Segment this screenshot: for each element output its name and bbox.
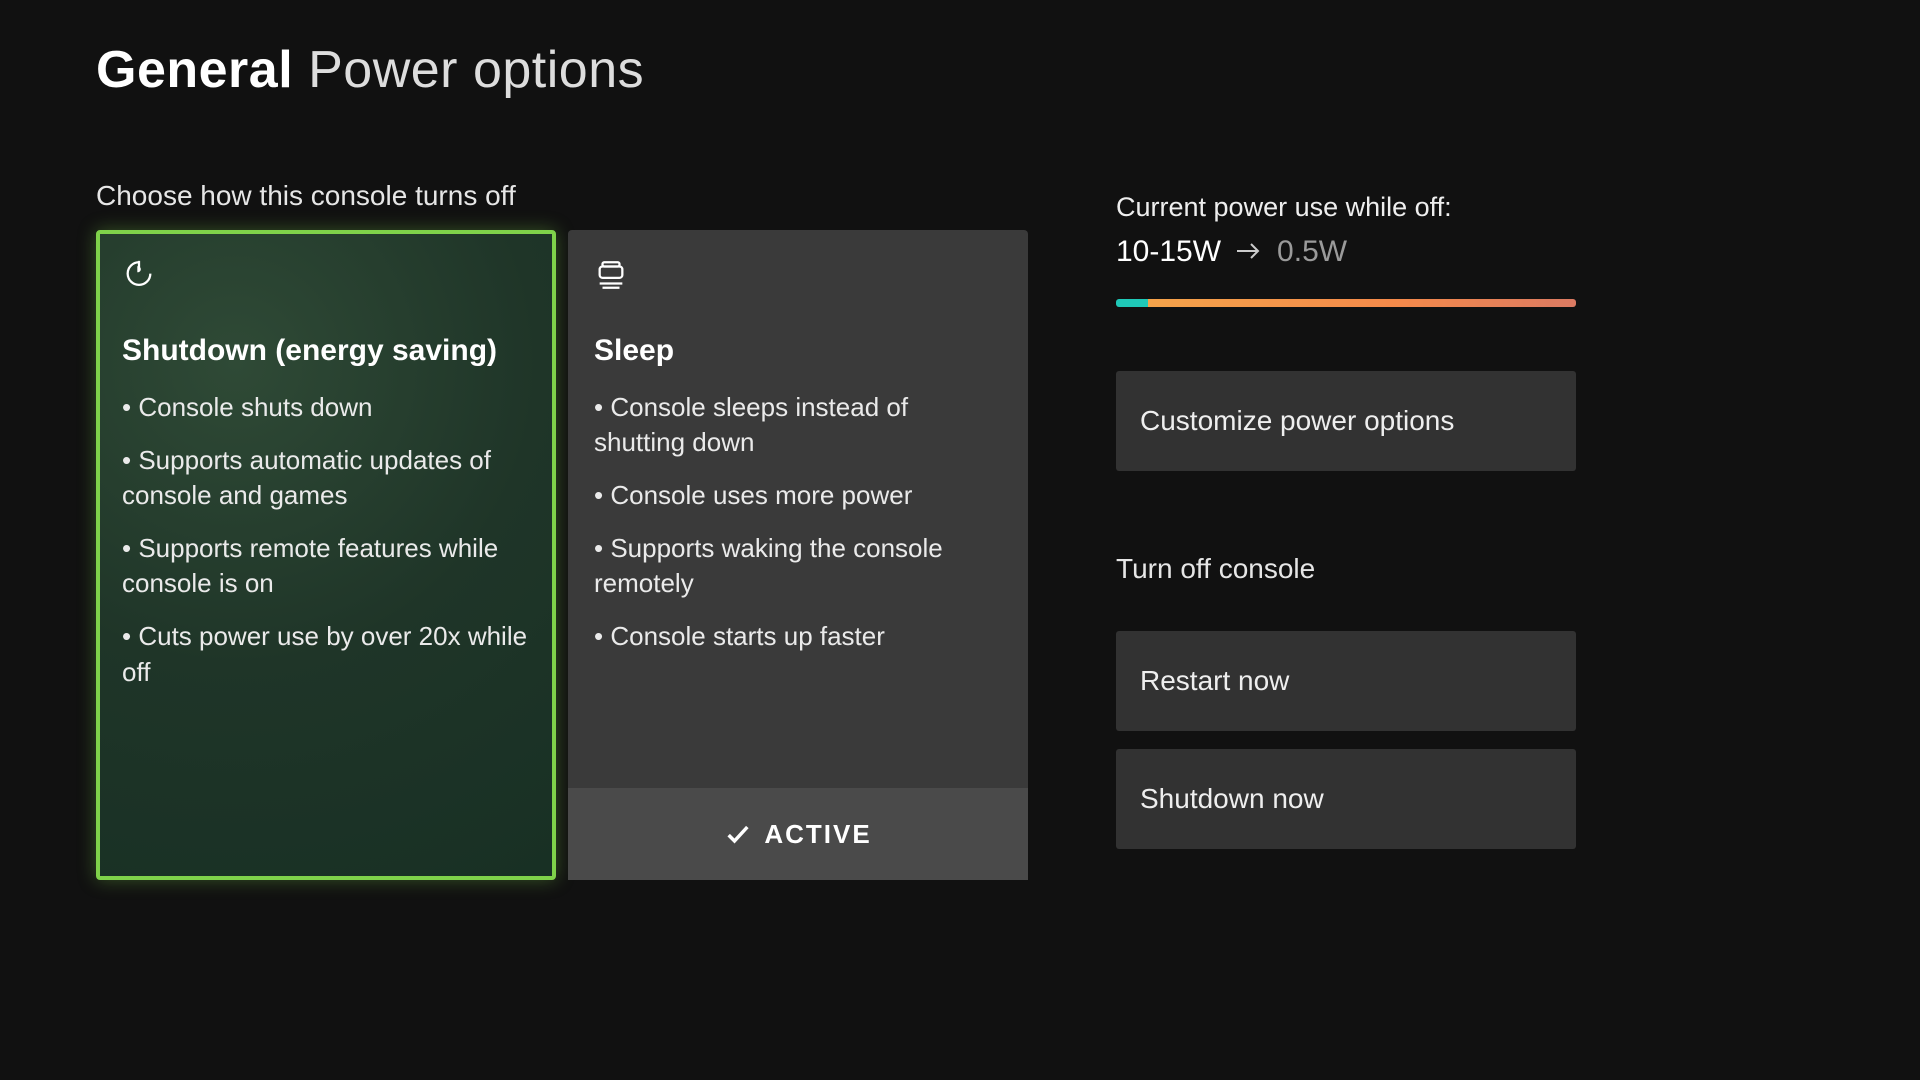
card-title: Sleep xyxy=(594,334,1002,368)
power-mode-card-sleep[interactable]: Sleep Console sleeps instead of shutting… xyxy=(568,230,1028,880)
customize-power-options-button[interactable]: Customize power options xyxy=(1116,371,1576,471)
card-bullet: Supports waking the console remotely xyxy=(594,531,1002,601)
shutdown-now-button[interactable]: Shutdown now xyxy=(1116,749,1576,849)
breadcrumb-category: General xyxy=(96,41,293,99)
power-use-summary: Current power use while off: 10-15W 0.5W xyxy=(1116,192,1576,307)
power-use-label: Current power use while off: xyxy=(1116,192,1576,223)
turn-off-section-label: Turn off console xyxy=(1116,553,1576,585)
power-use-from: 10-15W xyxy=(1116,235,1221,269)
card-bullet: Console sleeps instead of shutting down xyxy=(594,390,1002,460)
button-label: Shutdown now xyxy=(1140,783,1324,815)
sleep-stack-icon xyxy=(594,258,628,292)
arrow-right-icon xyxy=(1235,235,1263,269)
page-title: General Power options xyxy=(96,40,1824,100)
button-label: Restart now xyxy=(1140,665,1289,697)
card-title: Shutdown (energy saving) xyxy=(122,334,530,368)
active-badge: ACTIVE xyxy=(568,788,1028,880)
power-mode-card-shutdown[interactable]: Shutdown (energy saving) Console shuts d… xyxy=(96,230,556,880)
card-bullet: Supports automatic updates of console an… xyxy=(122,443,530,513)
leaf-power-icon xyxy=(122,258,156,292)
breadcrumb-page: Power options xyxy=(308,41,644,99)
button-label: Customize power options xyxy=(1140,405,1454,437)
power-use-to: 0.5W xyxy=(1277,235,1347,269)
power-use-meter xyxy=(1116,299,1576,307)
card-bullet: Console starts up faster xyxy=(594,619,1002,654)
card-bullet: Console shuts down xyxy=(122,390,530,425)
mode-section-label: Choose how this console turns off xyxy=(96,180,1056,212)
restart-now-button[interactable]: Restart now xyxy=(1116,631,1576,731)
card-bullet: Cuts power use by over 20x while off xyxy=(122,619,530,689)
check-icon xyxy=(724,820,752,848)
active-label: ACTIVE xyxy=(764,819,871,850)
card-bullet: Console uses more power xyxy=(594,478,1002,513)
card-bullet: Supports remote features while console i… xyxy=(122,531,530,601)
